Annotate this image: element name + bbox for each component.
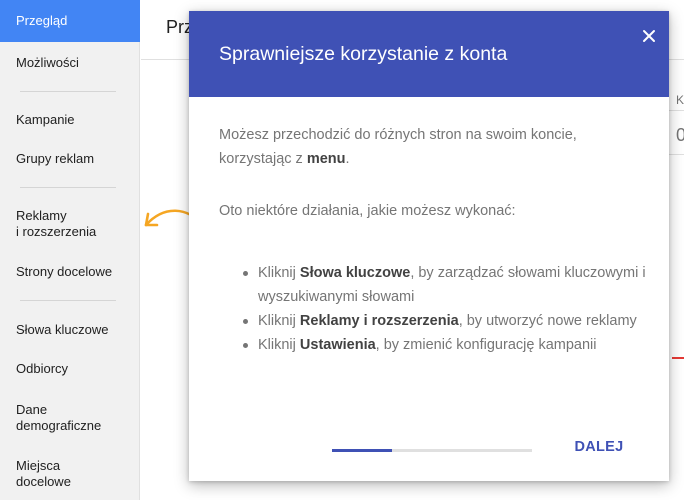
bullet-prefix: Kliknij (258, 313, 300, 329)
background-column-header: K (676, 93, 684, 107)
bullet-suffix: , by zmienić konfigurację kampanii (375, 337, 597, 353)
sidebar-item-przeglad[interactable]: Przegląd (0, 0, 140, 42)
dialog-header: Sprawniejsze korzystanie z konta (189, 11, 669, 97)
sidebar-item-label: Grupy reklam (16, 151, 95, 166)
sidebar-item-slowa-kluczowe[interactable]: Słowa kluczowe (0, 322, 140, 338)
next-button[interactable]: DALEJ (569, 435, 629, 459)
sidebar-item-grupy-reklam[interactable]: Grupy reklam (0, 151, 140, 167)
background-divider (668, 154, 684, 155)
sidebar-item-miejsca-docelowe[interactable]: Miejsca docelowe (0, 458, 140, 490)
dialog-subheading: Oto niektóre działania, jakie możesz wyk… (219, 203, 516, 219)
sidebar-divider (20, 187, 116, 188)
sidebar-item-strony-docelowe[interactable]: Strony docelowe (0, 264, 140, 280)
dialog-intro: Możesz przechodzić do różnych stron na s… (219, 123, 639, 171)
list-item: Kliknij Słowa kluczowe, by zarządzać sło… (219, 261, 649, 309)
sidebar-item-dane-demograficzne[interactable]: Dane demograficzne (0, 402, 140, 434)
sidebar-item-label: Miejsca docelowe (16, 458, 71, 489)
sidebar-item-label: Słowa kluczowe (16, 322, 109, 337)
dialog-title: Sprawniejsze korzystanie z konta (219, 43, 508, 65)
sidebar-item-label: Reklamy i rozszerzenia (16, 208, 97, 239)
bullet-prefix: Kliknij (258, 265, 300, 281)
sidebar-divider (20, 300, 116, 301)
sidebar-item-label: Strony docelowe (16, 264, 113, 279)
intro-menu-bold: menu (306, 151, 346, 167)
sidebar-item-kampanie[interactable]: Kampanie (0, 112, 140, 128)
sidebar-item-label: Odbiorcy (16, 361, 69, 376)
sidebar-nav: Przegląd Możliwości Kampanie Grupy rekla… (0, 0, 140, 500)
onboarding-dialog: Sprawniejsze korzystanie z konta Możesz … (189, 11, 669, 481)
background-chart-line (672, 357, 684, 359)
sidebar-item-label: Możliwości (16, 55, 79, 70)
sidebar-item-label: Kampanie (16, 112, 75, 127)
intro-text: Możesz przechodzić do różnych stron na s… (219, 127, 577, 167)
intro-end: . (345, 151, 350, 167)
close-button[interactable] (638, 25, 660, 47)
close-icon (643, 30, 655, 42)
bullet-prefix: Kliknij (258, 337, 300, 353)
background-divider (668, 110, 684, 111)
sidebar-item-label: Dane demograficzne (16, 402, 102, 433)
background-value: 0 (676, 125, 684, 145)
list-item: Kliknij Reklamy i rozszerzenia, by utwor… (219, 309, 649, 333)
progress-bar (332, 449, 532, 452)
actions-list: Kliknij Słowa kluczowe, by zarządzać sło… (219, 261, 649, 357)
sidebar-divider (20, 91, 116, 92)
bullet-bold: Ustawienia (299, 337, 376, 353)
sidebar-item-reklamy[interactable]: Reklamy i rozszerzenia (0, 208, 140, 240)
progress-fill (332, 449, 392, 452)
sidebar-item-mozliwosci[interactable]: Możliwości (0, 55, 140, 71)
sidebar-item-odbiorcy[interactable]: Odbiorcy (0, 361, 140, 377)
list-item: Kliknij Ustawienia, by zmienić konfigura… (219, 333, 649, 357)
bullet-suffix: , by utworzyć nowe reklamy (458, 313, 637, 329)
bullet-bold: Reklamy i rozszerzenia (299, 313, 459, 329)
bullet-bold: Słowa kluczowe (299, 265, 411, 281)
sidebar-item-label: Przegląd (16, 13, 68, 28)
